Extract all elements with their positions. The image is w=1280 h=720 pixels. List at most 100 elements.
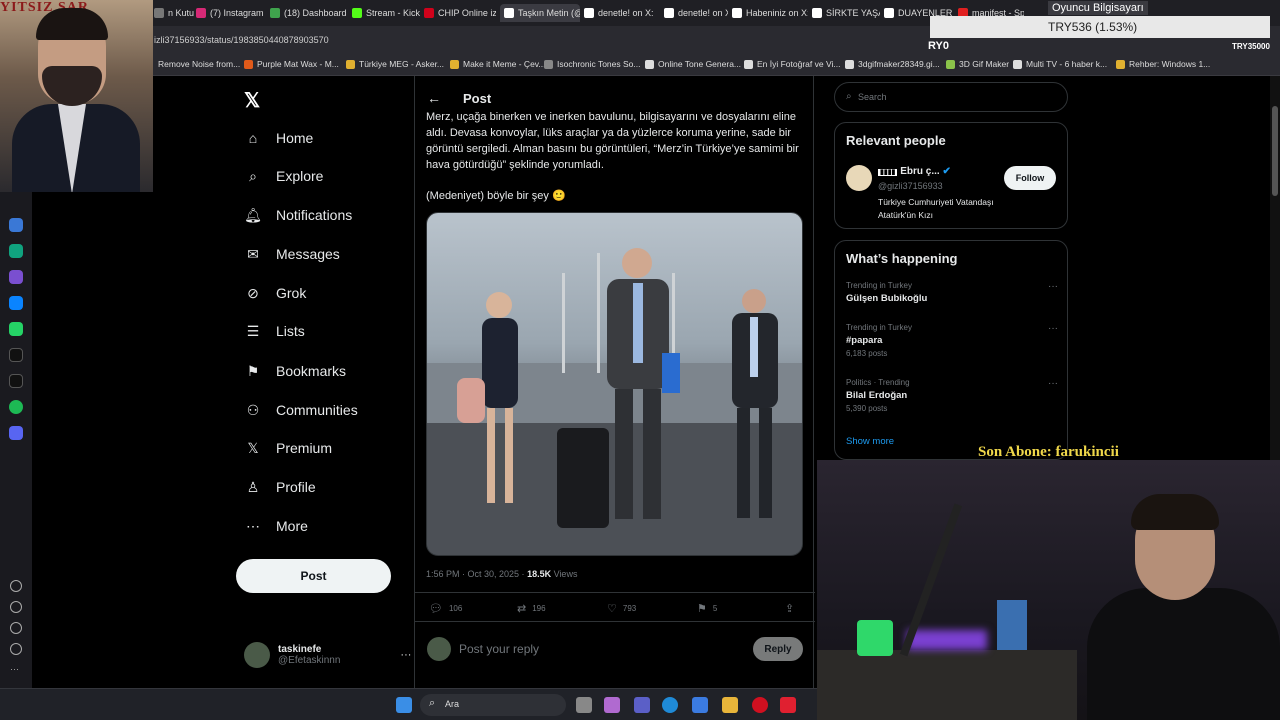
explorer-icon[interactable] <box>722 697 738 713</box>
bookmark-item[interactable]: Purple Mat Wax - M... <box>244 59 339 69</box>
bookmark-item[interactable]: 3D Gif Maker <box>946 59 1009 69</box>
nav-item-communities[interactable]: ⚇ Communities <box>244 395 358 425</box>
lists-icon: ☰ <box>246 322 260 339</box>
taskbar-search[interactable]: ⌕ Ara <box>420 694 566 716</box>
bookmark-icon: ⚑ <box>697 603 707 615</box>
browser-tab[interactable]: Habeniniz on X: <box>732 4 808 22</box>
nav-item-label: Explore <box>276 168 324 184</box>
back-arrow-icon[interactable]: ← <box>427 90 441 106</box>
browser-tab[interactable]: Taşkın Metin (@ <box>500 4 580 22</box>
avatar[interactable] <box>846 165 872 191</box>
trend-item[interactable]: Politics · Trending Bilal Erdoğan 5,390 … <box>846 378 1058 413</box>
settings-icon[interactable] <box>10 622 22 634</box>
tab-favicon-icon <box>664 8 674 18</box>
bookmark-item[interactable]: Make it Meme - Çev... <box>450 59 546 69</box>
nav-item-notifications[interactable]: 🔔︎ Notifications <box>244 200 352 230</box>
bookmark-action[interactable]: ⚑ 5 <box>697 602 717 615</box>
bookmark-label: Purple Mat Wax - M... <box>257 59 339 69</box>
post-button[interactable]: Post <box>236 559 391 593</box>
history-icon[interactable] <box>10 601 22 613</box>
repost-action[interactable]: ⇄ 196 <box>517 602 546 615</box>
more-dots-icon[interactable]: ··· <box>1048 378 1058 389</box>
browser-tab[interactable]: (18) Dashboard <box>270 4 350 22</box>
nav-item-bookmarks[interactable]: ⚑ Bookmarks <box>244 356 346 386</box>
nav-item-premium[interactable]: 𝕏 Premium <box>244 433 332 463</box>
windows-start-icon[interactable] <box>396 697 412 713</box>
account-switcher[interactable]: taskinefe @Efetaskinnn ··· <box>244 642 411 668</box>
views-label: Views <box>551 569 578 579</box>
x-logo[interactable]: 𝕏 <box>244 88 260 113</box>
browser-tab[interactable]: Stream - Kick D <box>352 4 422 22</box>
app-icon[interactable] <box>780 697 796 713</box>
aria-icon[interactable] <box>9 218 23 232</box>
nav-item-grok[interactable]: ⊘ Grok <box>244 278 306 308</box>
tiktok-icon[interactable] <box>9 348 23 362</box>
heart-icon[interactable] <box>10 580 22 592</box>
post-time[interactable]: 1:56 PM · Oct 30, 2025 · <box>426 569 527 579</box>
taskbar-search-label: Ara <box>445 699 460 709</box>
bookmark-item[interactable]: Rehber: Windows 1... <box>1116 59 1210 69</box>
reply-action[interactable]: 💬︎ 106 <box>429 602 462 615</box>
bookmark-item[interactable]: Remove Noise from... <box>158 59 240 69</box>
nav-item-lists[interactable]: ☰ Lists <box>244 316 305 346</box>
person-name[interactable]: ▮▮▮▮ Ebru ç... ✔ <box>878 166 951 177</box>
trend-item[interactable]: Trending in Turkey #papara 6,183 posts ·… <box>846 323 1058 358</box>
person-body <box>1087 588 1280 720</box>
copilot-icon[interactable] <box>604 697 620 713</box>
bookmark-item[interactable]: En İyi Fotoğraf ve Vi... <box>744 59 840 69</box>
trend-item[interactable]: Trending in Turkey Gülşen Bubikoğlu ··· <box>846 281 1058 304</box>
bookmark-favicon-icon <box>244 59 253 69</box>
ticker-bar: TRY536 (1.53%) <box>930 16 1270 38</box>
more-dots-icon[interactable]: ··· <box>1048 281 1058 292</box>
follow-button[interactable]: Follow <box>1004 166 1056 190</box>
messenger-icon[interactable] <box>9 296 23 310</box>
x-icon[interactable] <box>9 374 23 388</box>
bulb-icon[interactable] <box>10 643 22 655</box>
browser-tab[interactable]: CHIP Online iz <box>424 4 496 22</box>
more-dots-icon[interactable]: ··· <box>400 649 411 661</box>
nav-item-home[interactable]: ⌂ Home <box>244 123 314 153</box>
show-more-link[interactable]: Show more <box>846 436 894 447</box>
bookmark-label: Multi TV - 6 haber k... <box>1026 59 1108 69</box>
browser-tab[interactable]: denetle! on X: <box>664 4 728 22</box>
more-dots-icon[interactable]: ··· <box>1048 323 1058 334</box>
store-icon[interactable] <box>692 697 708 713</box>
search-input[interactable]: ⌕ Search <box>834 82 1068 112</box>
browser-tab[interactable]: (7) Instagram <box>196 4 268 22</box>
browser-tab[interactable]: SİRKTE YAŞANI <box>812 4 880 22</box>
bookmark-item[interactable]: 3dgifmaker28349.gi... <box>845 59 940 69</box>
reply-button[interactable]: Reply <box>753 637 803 661</box>
edge-icon[interactable] <box>662 697 678 713</box>
chatgpt-icon[interactable] <box>9 244 23 258</box>
post-photo[interactable] <box>426 212 803 556</box>
nav-item-profile[interactable]: ♙ Profile <box>244 472 316 502</box>
bookmark-item[interactable]: Online Tone Genera... <box>645 59 741 69</box>
bookmark-item[interactable]: Türkiye MEG - Asker... <box>346 59 444 69</box>
url-text[interactable]: izli37156933/status/1983850440878903570 <box>154 35 329 45</box>
task-view-icon[interactable] <box>576 697 592 713</box>
tab-favicon-icon <box>196 8 206 18</box>
bookmark-item[interactable]: Multi TV - 6 haber k... <box>1013 59 1107 69</box>
tab-favicon-icon <box>884 8 894 18</box>
spotify-icon[interactable] <box>9 400 23 414</box>
whats-happening-title: What’s happening <box>846 251 958 266</box>
player-icon[interactable] <box>9 426 23 440</box>
whatsapp-icon[interactable] <box>9 322 23 336</box>
browser-tab[interactable]: denetle! on X: <box>584 4 660 22</box>
bookmark-item[interactable]: Isochronic Tones So... <box>544 59 640 69</box>
like-action[interactable]: ♡ 793 <box>607 602 636 615</box>
nav-item-label: Communities <box>276 402 358 418</box>
more-icon[interactable]: ··· <box>10 664 22 676</box>
scrollbar-thumb[interactable] <box>1272 106 1278 196</box>
reply-input[interactable]: Post your reply <box>459 642 539 656</box>
nav-item-explore[interactable]: ⌕ Explore <box>244 161 323 191</box>
nav-item-messages[interactable]: ✉ Messages <box>244 239 340 269</box>
copilot-icon[interactable] <box>9 270 23 284</box>
bookmark-label: Türkiye MEG - Asker... <box>359 59 445 69</box>
teams-icon[interactable] <box>634 697 650 713</box>
nav-item-more[interactable]: ⋯ More <box>244 511 308 541</box>
person-name-text: Ebru ç... <box>900 166 940 177</box>
opera-icon[interactable] <box>752 697 768 713</box>
share-action[interactable]: ⇪ <box>785 602 794 615</box>
browser-tab[interactable]: n Kutusu ( <box>154 4 194 22</box>
